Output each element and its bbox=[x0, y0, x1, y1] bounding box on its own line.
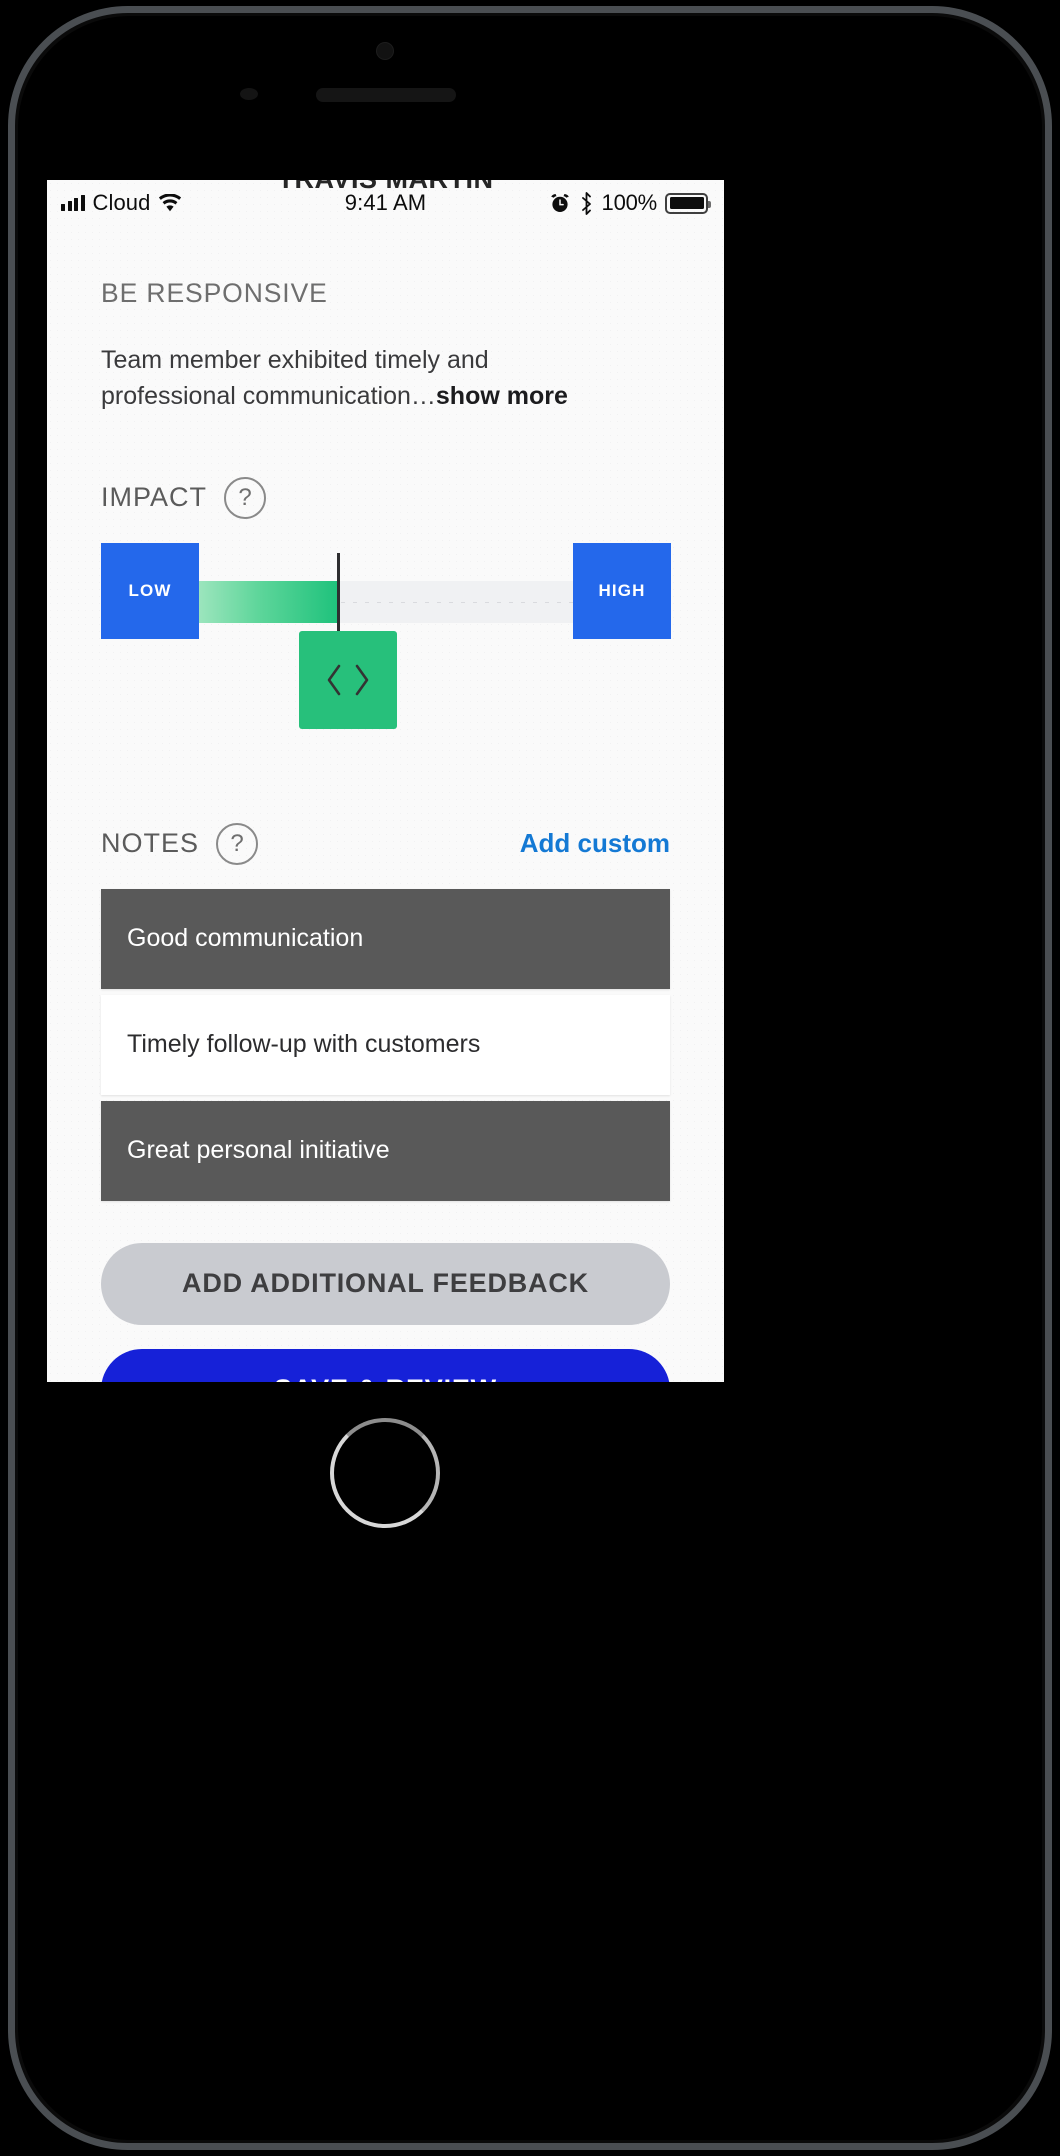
phone-screen: TRAVIS MARTIN Cloud 9:41 AM bbox=[47, 180, 724, 1382]
device-frame: TRAVIS MARTIN Cloud 9:41 AM bbox=[0, 0, 1060, 2156]
impact-label: IMPACT bbox=[101, 482, 207, 512]
status-bar-clock: 9:41 AM bbox=[344, 190, 427, 215]
battery-full-icon bbox=[665, 192, 711, 214]
competency-description-text: Team member exhibited timely and profess… bbox=[101, 346, 489, 410]
home-button[interactable] bbox=[330, 1418, 440, 1528]
show-more-link[interactable]: show more bbox=[436, 382, 568, 410]
notes-section-header: NOTES ? Add custom bbox=[101, 822, 670, 865]
drag-handle-chevrons-icon bbox=[327, 664, 369, 695]
impact-section-header: IMPACT ? bbox=[101, 476, 670, 519]
note-item[interactable]: Good communication bbox=[101, 888, 670, 989]
earpiece-speaker bbox=[316, 88, 456, 102]
proximity-sensor-icon bbox=[240, 88, 258, 100]
notes-list: Good communication Timely follow-up with… bbox=[101, 888, 670, 1201]
question-mark-icon[interactable]: ? bbox=[224, 476, 266, 519]
impact-high-button[interactable]: HIGH bbox=[573, 542, 671, 639]
competency-description: Team member exhibited timely and profess… bbox=[101, 343, 621, 415]
review-form: BE RESPONSIVE Team member exhibited time… bbox=[47, 226, 724, 1382]
notes-label: NOTES bbox=[101, 828, 200, 858]
question-mark-icon[interactable]: ? bbox=[216, 822, 259, 865]
status-bar: Cloud 9:41 AM 100% bbox=[47, 180, 724, 226]
note-item[interactable]: Great personal initiative bbox=[101, 1100, 670, 1201]
save-and-review-button[interactable]: SAVE & REVIEW bbox=[101, 1348, 670, 1382]
impact-slider-thumb[interactable] bbox=[299, 630, 397, 729]
impact-low-button[interactable]: LOW bbox=[101, 542, 199, 639]
impact-slider[interactable]: LOW HIGH bbox=[101, 542, 671, 739]
note-item[interactable]: Timely follow-up with customers bbox=[101, 994, 670, 1095]
competency-title: BE RESPONSIVE bbox=[101, 278, 328, 308]
add-additional-feedback-button[interactable]: ADD ADDITIONAL FEEDBACK bbox=[101, 1242, 670, 1325]
front-camera-icon bbox=[376, 42, 394, 60]
add-custom-note-button[interactable]: Add custom bbox=[520, 828, 670, 859]
impact-slider-fill bbox=[199, 580, 338, 623]
